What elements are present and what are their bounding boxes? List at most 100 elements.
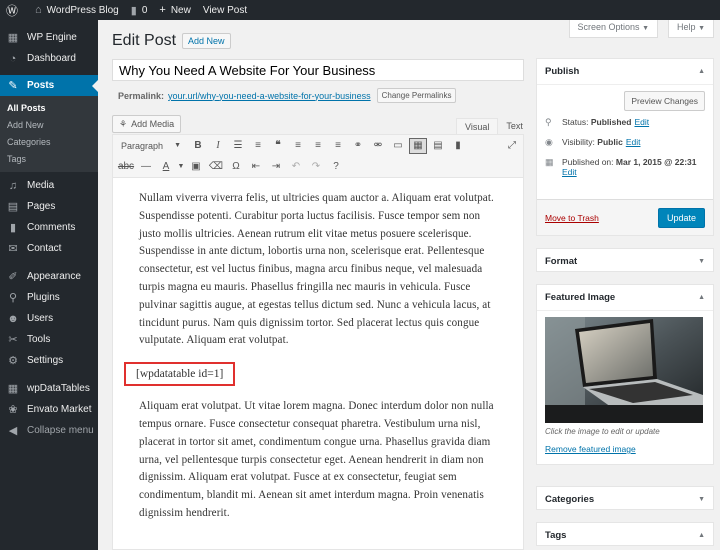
sidebar-item-posts[interactable]: ✎ Posts	[0, 75, 98, 96]
new-content-menu[interactable]: + New	[153, 0, 196, 20]
text-color-icon[interactable]: A	[157, 159, 175, 175]
view-post-link[interactable]: View Post	[197, 0, 253, 20]
sidebar-item-plugins[interactable]: ⚲ Plugins	[0, 287, 98, 308]
sidebar-item-dashboard[interactable]: ◔ Dashboard	[0, 48, 98, 69]
post-title-input[interactable]: Why You Need A Website For Your Business	[112, 59, 524, 81]
sidebar-item-label: Users	[27, 313, 54, 324]
link-icon[interactable]: ⚭	[349, 138, 367, 154]
edit-status-link[interactable]: Edit	[634, 117, 649, 127]
visibility-label: Visibility:	[562, 137, 595, 147]
read-more-icon[interactable]: ▭	[389, 138, 407, 154]
format-select[interactable]: Paragraph ▼	[117, 138, 185, 154]
tab-text[interactable]: Text	[498, 118, 531, 135]
sidebar-item-contact[interactable]: ✉ Contact	[0, 238, 98, 259]
chart-icon[interactable]: ▮	[449, 138, 467, 154]
collapse-arrow-icon: ▲	[698, 294, 705, 301]
wordpress-logo-icon: Ⓦ	[6, 3, 19, 18]
align-right-icon[interactable]: ≡	[329, 138, 347, 154]
categories-title: Categories	[545, 494, 595, 505]
caret-down-icon[interactable]: ▼	[177, 159, 185, 175]
screen-options-button[interactable]: Screen Options ▼	[568, 20, 658, 38]
edit-date-link[interactable]: Edit	[562, 167, 577, 177]
sidebar-item-label: WP Engine	[27, 32, 77, 43]
numbered-list-icon[interactable]: ≡	[249, 138, 267, 154]
dashboard-icon: ◔	[9, 52, 17, 65]
paste-text-icon[interactable]: ▣	[187, 159, 205, 175]
sidebar-item-comments[interactable]: ▮ Comments	[0, 217, 98, 238]
bold-icon[interactable]: B	[189, 138, 207, 154]
sidebar-item-label: Pages	[27, 201, 56, 212]
special-character-icon[interactable]: Ω	[227, 159, 245, 175]
sidebar-item-pages[interactable]: ▤ Pages	[0, 196, 98, 217]
add-media-button[interactable]: ⚘ Add Media	[112, 115, 182, 133]
change-permalinks-button[interactable]: Change Permalinks	[376, 88, 457, 103]
sidebar-item-label: Appearance	[27, 271, 81, 282]
align-center-icon[interactable]: ≡	[309, 138, 327, 154]
categories-box-header[interactable]: Categories ▼	[537, 487, 713, 512]
submenu-all-posts[interactable]: All Posts	[0, 100, 98, 117]
sidebar-item-wpdatatables[interactable]: ▦ wpDataTables	[0, 378, 98, 399]
help-button[interactable]: Help ▼	[668, 20, 714, 38]
sidebar-item-media[interactable]: ♫ Media	[0, 175, 98, 196]
submenu-tags[interactable]: Tags	[0, 151, 98, 168]
indent-icon[interactable]: ⇥	[267, 159, 285, 175]
editor-content[interactable]: Nullam viverra viverra felis, ut ultrici…	[112, 178, 524, 550]
publish-box-header[interactable]: Publish ▲	[537, 59, 713, 84]
toolbar-toggle-icon[interactable]: ▦	[409, 137, 427, 154]
sidebar-item-wp-engine[interactable]: ▦ WP Engine	[0, 27, 98, 48]
format-box-header[interactable]: Format ▼	[537, 249, 713, 274]
featured-image-thumbnail[interactable]	[545, 317, 703, 423]
format-title: Format	[545, 256, 578, 267]
submenu-add-new[interactable]: Add New	[0, 117, 98, 134]
align-left-icon[interactable]: ≡	[289, 138, 307, 154]
clear-formatting-icon[interactable]: ⌫	[207, 159, 225, 175]
sidebar-item-collapse-menu[interactable]: ◀ Collapse menu	[0, 420, 98, 441]
submenu-categories[interactable]: Categories	[0, 134, 98, 151]
blockquote-icon[interactable]: ❝	[269, 138, 287, 154]
comments-link[interactable]: ▮ 0	[125, 0, 154, 20]
tab-visual[interactable]: Visual	[456, 118, 499, 135]
undo-icon[interactable]: ↶	[287, 159, 305, 175]
comments-count: 0	[141, 4, 148, 16]
fullscreen-icon[interactable]: ⤢	[503, 138, 521, 154]
edit-visibility-link[interactable]: Edit	[626, 137, 641, 147]
strikethrough-icon[interactable]: abc	[117, 159, 135, 175]
add-media-label: Add Media	[131, 119, 175, 129]
preview-changes-button[interactable]: Preview Changes	[624, 91, 705, 111]
horizontal-line-icon[interactable]: —	[137, 159, 155, 175]
italic-icon[interactable]: I	[209, 138, 227, 154]
tags-title: Tags	[545, 530, 567, 541]
bullet-list-icon[interactable]: ☰	[229, 138, 247, 154]
table-icon: ▦	[7, 383, 19, 395]
shortcode-highlight: [wpdatatable id=1]	[124, 362, 236, 387]
sidebar-item-label: Plugins	[27, 292, 60, 303]
featured-image-header[interactable]: Featured Image ▲	[537, 285, 713, 310]
status-row: ⚲ Status: Published Edit	[545, 117, 705, 128]
add-new-button[interactable]: Add New	[182, 33, 231, 49]
table-icon[interactable]: ▤	[429, 138, 447, 154]
remove-featured-image-link[interactable]: Remove featured image	[545, 444, 705, 454]
sidebar-item-users[interactable]: ☻ Users	[0, 308, 98, 329]
unlink-icon[interactable]: ⚮	[369, 138, 387, 154]
permalink-row: Permalink: your.url/why-you-need-a-websi…	[118, 88, 457, 103]
permalink-link[interactable]: your.url/why-you-need-a-website-for-your…	[168, 91, 371, 101]
sidebar-item-appearance[interactable]: ✐ Appearance	[0, 266, 98, 287]
comments-icon: ▮	[9, 222, 17, 234]
outdent-icon[interactable]: ⇤	[247, 159, 265, 175]
sidebar-item-label: Media	[27, 180, 55, 191]
redo-icon[interactable]: ↷	[307, 159, 325, 175]
update-button[interactable]: Update	[657, 207, 705, 228]
format-box: Format ▼	[536, 248, 714, 272]
sidebar-item-tools[interactable]: ✂ Tools	[0, 329, 98, 350]
view-post-label: View Post	[202, 4, 248, 16]
wp-logo-menu[interactable]: Ⓦ	[0, 0, 29, 20]
move-to-trash-link[interactable]: Move to Trash	[545, 213, 599, 223]
sidebar-item-envato-market[interactable]: ❀ Envato Market	[0, 399, 98, 420]
tags-box-header[interactable]: Tags ▲	[537, 523, 713, 548]
keyboard-shortcuts-icon[interactable]: ?	[327, 159, 345, 175]
categories-box: Categories ▼	[536, 486, 714, 510]
site-name-link[interactable]: ⌂ WordPress Blog	[29, 0, 125, 20]
sidebar-item-settings[interactable]: ⚙ Settings	[0, 350, 98, 371]
laptop-desk-photo	[545, 317, 703, 423]
appearance-icon: ✐	[8, 271, 18, 283]
